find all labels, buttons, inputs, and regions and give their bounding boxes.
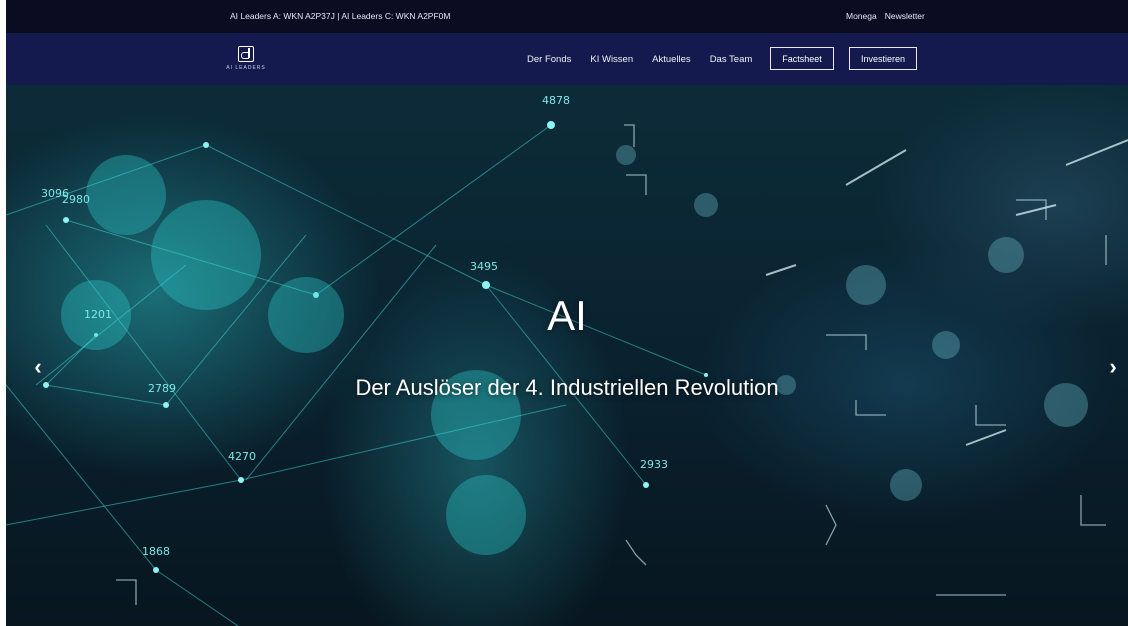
wkn-info: AI Leaders A: WKN A2P37J | AI Leaders C:… xyxy=(230,11,451,21)
top-links: Monega Newsletter xyxy=(846,0,925,33)
hero-title: AI xyxy=(547,292,587,339)
graphic-number-8: 2933 xyxy=(640,458,668,471)
main-nav: Der Fonds KI Wissen Aktuelles Das Team xyxy=(527,33,771,85)
graphic-number-6: 4270 xyxy=(228,450,256,463)
graphic-number-7: 1868 xyxy=(142,545,170,558)
invest-button[interactable]: Investieren xyxy=(849,47,917,70)
logo-icon xyxy=(238,46,254,62)
page-frame: AI Leaders A: WKN A2P37J | AI Leaders C:… xyxy=(6,0,1128,626)
factsheet-button[interactable]: Factsheet xyxy=(770,47,834,70)
prev-slide-arrow-icon[interactable]: ‹ xyxy=(28,355,48,379)
hero-subtitle: Der Auslöser der 4. Industriellen Revolu… xyxy=(355,375,779,400)
network-background-graphic: 4878 3096 2980 1201 2789 4270 1868 2933 … xyxy=(6,94,1128,626)
hero-slider: 4878 3096 2980 1201 2789 4270 1868 2933 … xyxy=(6,85,1128,626)
main-navbar: AI LEADERS Der Fonds KI Wissen Aktuelles… xyxy=(6,33,1128,85)
graphic-number-1: 4878 xyxy=(542,94,570,107)
nav-item-das-team[interactable]: Das Team xyxy=(710,54,753,65)
logo-text: AI LEADERS xyxy=(226,65,266,71)
graphic-number-9: 3495 xyxy=(470,260,498,273)
newsletter-link[interactable]: Newsletter xyxy=(885,0,925,33)
graphic-number-3: 2980 xyxy=(62,193,90,206)
monega-link[interactable]: Monega xyxy=(846,0,877,33)
nav-item-ki-wissen[interactable]: KI Wissen xyxy=(590,54,633,65)
top-info-bar: AI Leaders A: WKN A2P37J | AI Leaders C:… xyxy=(6,0,1128,33)
nav-item-aktuelles[interactable]: Aktuelles xyxy=(652,54,691,65)
nav-item-der-fonds[interactable]: Der Fonds xyxy=(527,54,571,65)
next-slide-arrow-icon[interactable]: › xyxy=(1103,355,1123,379)
ai-leaders-logo[interactable]: AI LEADERS xyxy=(222,46,270,76)
